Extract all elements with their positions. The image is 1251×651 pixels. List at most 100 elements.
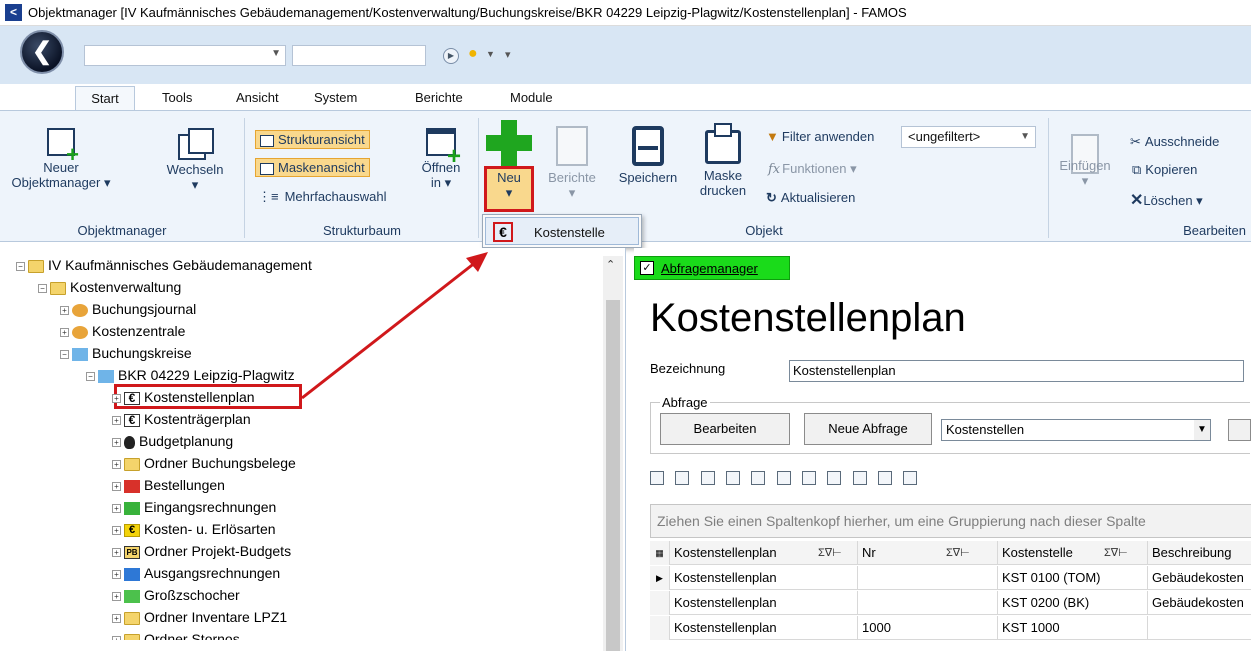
berichte-button[interactable]: Berichte ▾: [540, 126, 604, 200]
tree-node-kostenverwaltung[interactable]: − Kostenverwaltung: [38, 278, 181, 296]
tree-node-ordner-buchungsbelege[interactable]: + Ordner Buchungsbelege: [112, 454, 296, 472]
tree-node-iv-kaufm[interactable]: − IV Kaufmännisches Gebäudemanagement: [16, 256, 312, 274]
einfuegen-button[interactable]: Einfügen ▾: [1055, 134, 1115, 188]
tab-ansicht[interactable]: Ansicht: [226, 86, 289, 110]
chevron-down-icon[interactable]: ▼: [1194, 420, 1210, 440]
tree-node-budgetplanung[interactable]: + Budgetplanung: [112, 432, 233, 450]
tree-scrollbar-thumb[interactable]: [606, 300, 620, 651]
export-icon[interactable]: [751, 470, 766, 485]
grid-layout-icon[interactable]: [827, 470, 842, 485]
tree-node-grosszschocher[interactable]: + Großzschocher: [112, 586, 240, 604]
expand-icon[interactable]: +: [112, 591, 121, 601]
maske-drucken-button[interactable]: Maske drucken: [692, 123, 754, 198]
select-icon[interactable]: [776, 470, 791, 485]
checkbox-checked-icon[interactable]: ✓: [640, 261, 654, 275]
tab-system[interactable]: System: [304, 86, 367, 110]
table-row[interactable]: Kostenstellenplan 1000 KST 1000: [650, 616, 1251, 640]
expand-icon[interactable]: +: [112, 613, 121, 623]
tab-berichte[interactable]: Berichte: [405, 86, 473, 110]
button-label: Öffnen: [421, 160, 461, 175]
application-menu-button[interactable]: ❮: [20, 30, 64, 74]
tree-node-kostentraegerplan[interactable]: + € Kostenträgerplan: [112, 410, 251, 428]
quick-access-combo[interactable]: ▼: [84, 45, 286, 66]
chevron-down-icon[interactable]: ▼: [486, 49, 495, 59]
collapse-all-icon[interactable]: [878, 470, 893, 485]
oeffnen-in-button[interactable]: Öffnen in ▾: [410, 128, 472, 190]
neu-button[interactable]: Neu ▾: [484, 120, 534, 200]
table-row[interactable]: Kostenstellenplan KST 0200 (BK) Gebäudek…: [650, 591, 1251, 615]
sigma-filter-pin-icon[interactable]: Σ∇⊢: [818, 541, 842, 565]
sigma-filter-pin-icon[interactable]: Σ∇⊢: [1104, 541, 1128, 565]
new-document-icon[interactable]: [650, 470, 664, 485]
tree-node-kostenzentrale[interactable]: + Kostenzentrale: [60, 322, 185, 340]
expand-icon[interactable]: +: [112, 547, 121, 557]
group-by-panel[interactable]: Ziehen Sie einen Spaltenkopf hierher, um…: [650, 504, 1251, 538]
column-header-beschreibung[interactable]: Beschreibung: [1148, 541, 1251, 565]
print-setup-icon[interactable]: [726, 470, 741, 485]
collapse-icon[interactable]: −: [16, 261, 25, 271]
expand-icon[interactable]: +: [112, 503, 121, 513]
bearbeiten-button[interactable]: Bearbeiten: [660, 413, 790, 445]
preview-icon[interactable]: [675, 470, 690, 485]
expand-all-icon[interactable]: [852, 470, 867, 485]
tree-node-bestellungen[interactable]: + Bestellungen: [112, 476, 225, 494]
tree-node-buchungskreise[interactable]: − Buchungskreise: [60, 344, 192, 362]
filter-clear-icon[interactable]: [903, 470, 918, 485]
tree-node-projekt-budgets[interactable]: + PB Ordner Projekt-Budgets: [112, 542, 291, 560]
expand-icon[interactable]: +: [112, 525, 121, 535]
table-row[interactable]: ▶ Kostenstellenplan KST 0100 (TOM) Gebäu…: [650, 566, 1251, 590]
expand-icon[interactable]: +: [112, 437, 121, 447]
quick-access-search[interactable]: [292, 45, 426, 66]
neue-abfrage-button[interactable]: Neue Abfrage: [804, 413, 932, 445]
expand-icon[interactable]: +: [112, 569, 121, 579]
strukturansicht-toggle[interactable]: Strukturansicht: [255, 130, 370, 149]
abfrage-select[interactable]: Kostenstellen: [941, 419, 1211, 441]
tree-node-buchungsjournal[interactable]: + Buchungsjournal: [60, 300, 196, 318]
maskenansicht-toggle[interactable]: Maskenansicht: [255, 158, 370, 177]
column-header-kostenstellenplan[interactable]: Kostenstellenplan Σ∇⊢: [670, 541, 858, 565]
abfragemanager-tab[interactable]: ✓ Abfragemanager: [634, 256, 790, 280]
window-icon[interactable]: [802, 470, 817, 485]
tree-node-eingangsrechnungen[interactable]: + Eingangsrechnungen: [112, 498, 276, 516]
sigma-filter-pin-icon[interactable]: Σ∇⊢: [946, 541, 970, 565]
loeschen-button[interactable]: ✕Löschen ▾: [1130, 190, 1203, 210]
play-icon[interactable]: ▶: [443, 48, 459, 64]
filter-anwenden-button[interactable]: ▼ Filter anwenden: [766, 129, 874, 144]
lightbulb-icon[interactable]: ●: [468, 45, 478, 63]
collapse-icon[interactable]: −: [38, 283, 47, 293]
column-header-kostenstelle[interactable]: Kostenstelle Σ∇⊢: [998, 541, 1148, 565]
funktionen-button[interactable]: fx Funktionen ▾: [768, 161, 857, 177]
bezeichnung-field[interactable]: Kostenstellenplan: [789, 360, 1244, 382]
wechseln-button[interactable]: Wechseln ▾: [160, 128, 230, 192]
column-chooser-icon[interactable]: ▦: [650, 541, 670, 565]
column-header-nr[interactable]: Nr Σ∇⊢: [858, 541, 998, 565]
expand-icon[interactable]: +: [112, 481, 121, 491]
tree-node-ausgangsrechnungen[interactable]: + Ausgangsrechnungen: [112, 564, 280, 582]
expand-icon[interactable]: +: [112, 459, 121, 469]
tab-tools[interactable]: Tools: [152, 86, 202, 110]
speichern-button[interactable]: Speichern: [612, 126, 684, 185]
ausschneiden-button[interactable]: ✂ Ausschneide: [1130, 134, 1219, 150]
collapse-icon[interactable]: −: [86, 371, 95, 381]
tab-start[interactable]: Start: [75, 86, 135, 110]
expand-icon[interactable]: +: [112, 393, 121, 403]
collapse-icon[interactable]: −: [60, 349, 69, 359]
print-icon[interactable]: [700, 470, 715, 485]
expand-icon[interactable]: +: [112, 415, 121, 425]
tree-node-inventare[interactable]: + Ordner Inventare LPZ1: [112, 608, 287, 626]
tree-node-kostenstellenplan[interactable]: + € Kostenstellenplan: [112, 388, 255, 406]
kopieren-button[interactable]: ⧉ Kopieren: [1132, 162, 1197, 178]
tab-module[interactable]: Module: [500, 86, 563, 110]
tree-node-bkr-04229[interactable]: − BKR 04229 Leipzig-Plagwitz: [86, 366, 295, 384]
scroll-up-icon[interactable]: ⌃: [606, 258, 615, 271]
customize-quick-access-icon[interactable]: ▾: [505, 48, 511, 61]
extra-button[interactable]: [1228, 419, 1251, 441]
expand-icon[interactable]: +: [60, 305, 69, 315]
mehrfachauswahl-button[interactable]: ⋮≡ Mehrfachauswahl: [258, 189, 386, 205]
neuer-objektmanager-button[interactable]: Neuer Objektmanager ▾: [6, 128, 116, 190]
tree-node-kosten-erloesarten[interactable]: + € Kosten- u. Erlösarten: [112, 520, 276, 538]
menu-item-kostenstelle[interactable]: € Kostenstelle: [485, 217, 639, 245]
filter-select[interactable]: <ungefiltert> ▼: [901, 126, 1036, 148]
aktualisieren-button[interactable]: ↻ Aktualisieren: [766, 190, 855, 206]
expand-icon[interactable]: +: [60, 327, 69, 337]
